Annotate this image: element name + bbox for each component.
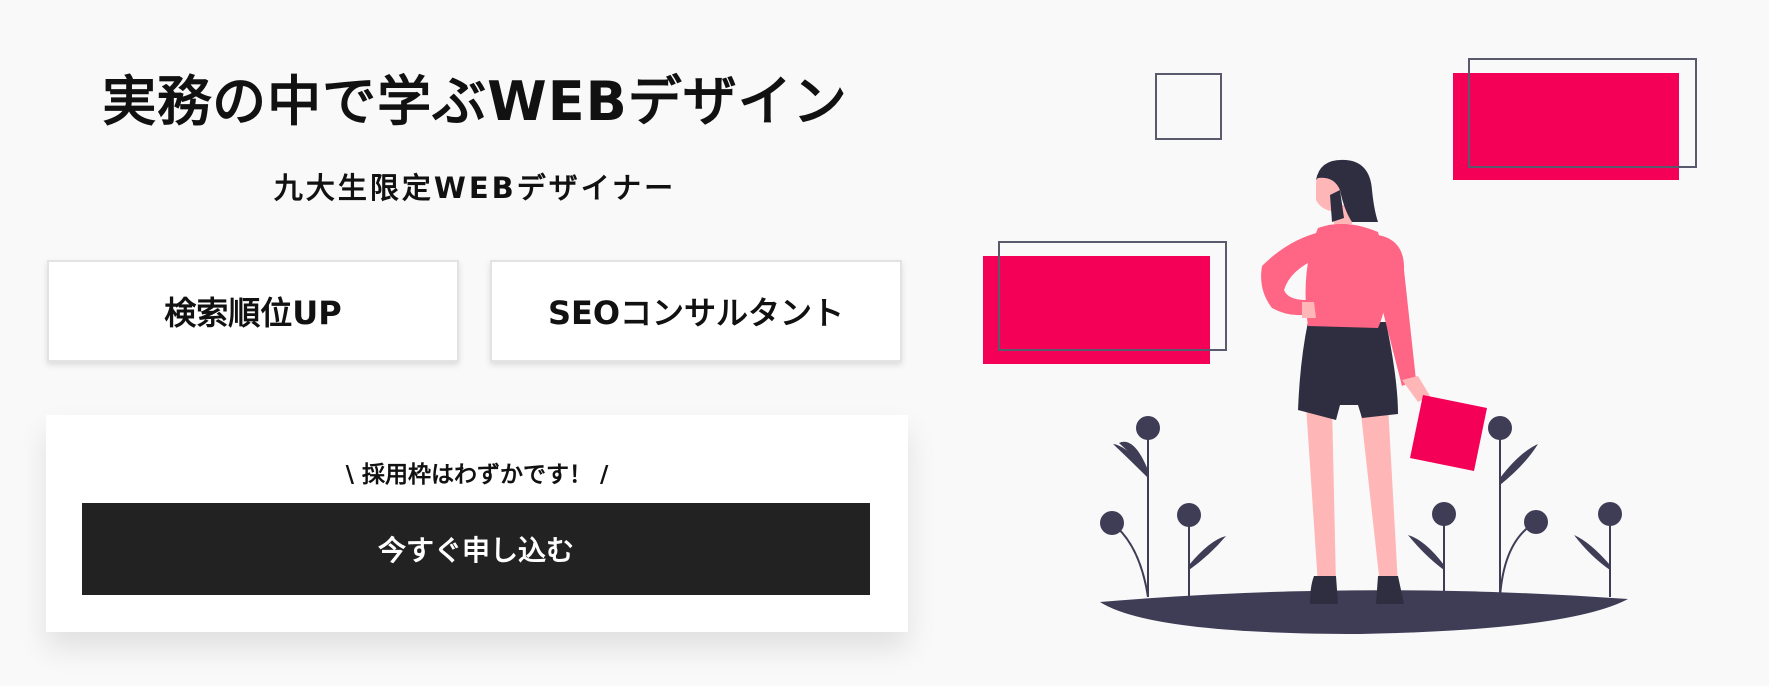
hero-subtitle: 九大生限定WEBデザイナー [273, 171, 677, 205]
outline-rect-left [998, 241, 1227, 351]
hero-title: 実務の中で学ぶWEBデザイン [102, 70, 848, 133]
outline-square-small [1155, 73, 1222, 140]
plants-left [1100, 416, 1226, 598]
ground-shadow [1100, 590, 1628, 634]
feature-seo-consultant: SEOコンサルタント [490, 260, 902, 362]
outline-rect-top [1468, 58, 1697, 168]
cta-panel: \ 採用枠はわずかです！ / 今すぐ申し込む [46, 415, 908, 632]
accent-rect-left [983, 256, 1210, 364]
plants-right [1408, 416, 1622, 598]
feature-ranking-up: 検索順位UP [47, 260, 459, 362]
accent-rect-top [1453, 73, 1679, 180]
woman-figure [1261, 159, 1487, 604]
apply-now-button[interactable]: 今すぐ申し込む [82, 503, 870, 595]
cta-note: \ 採用枠はわずかです！ / [345, 462, 609, 488]
